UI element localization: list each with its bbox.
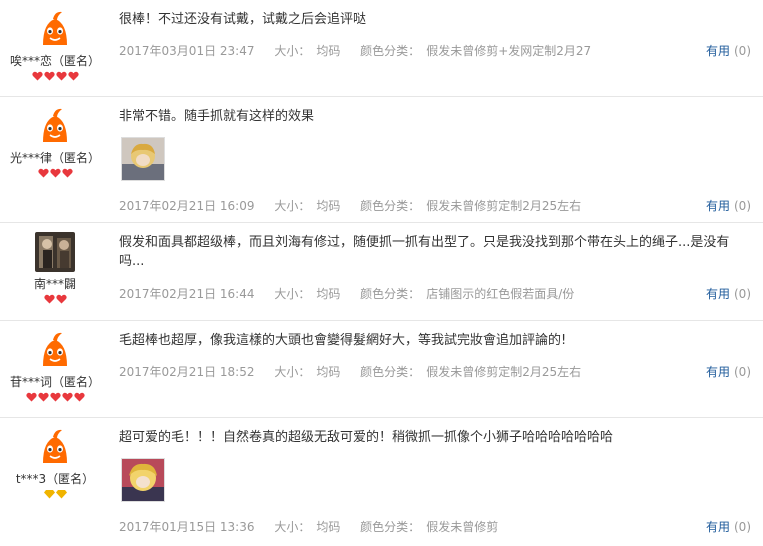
useful-count: (0) — [734, 44, 751, 58]
avatar[interactable] — [35, 106, 75, 146]
review-text: 假发和面具都超级棒，而且刘海有修过，随便抓一抓有出型了。只是我没找到那个带在头上… — [119, 235, 730, 269]
review-text: 很棒！不过还没有试戴，试戴之后会追评哒 — [119, 12, 367, 27]
review-username: 光***律（匿名） — [9, 151, 100, 165]
heart-icon — [73, 392, 85, 402]
heart-icon — [43, 71, 55, 81]
color-label: 颜色分类： — [360, 365, 421, 379]
review-date: 2017年03月01日 23:47 — [119, 44, 255, 58]
heart-icon — [61, 168, 73, 178]
color-label: 颜色分类： — [360, 520, 421, 534]
review-user: 唉***恋（匿名） — [0, 0, 110, 81]
review-item: t***3（匿名） 超可爱的毛！！！自然卷真的超级无敌可爱的！稍微抓一抓像个小狮… — [0, 418, 763, 546]
review-item: 唉***恋（匿名） 很棒！不过还没有试戴，试戴之后会追评哒 2017年03月01… — [0, 0, 763, 97]
heart-icon — [31, 71, 43, 81]
review-meta: 2017年02月21日 16:09 大小： 均码 颜色分类： 假发未曾修剪定制2月2… — [119, 197, 597, 214]
review-meta: 2017年02月21日 16:44 大小： 均码 颜色分类： 店铺图示的红色假若面具… — [119, 285, 590, 302]
diamond-icon — [43, 490, 55, 499]
useful-button[interactable]: 有用 — [706, 199, 730, 213]
review-list: 唉***恋（匿名） 很棒！不过还没有试戴，试戴之后会追评哒 2017年03月01… — [0, 0, 763, 546]
review-text: 超可爱的毛！！！自然卷真的超级无敌可爱的！稍微抓一抓像个小狮子哈哈哈哈哈哈哈 — [119, 430, 614, 445]
useful-button[interactable]: 有用 — [706, 365, 730, 379]
review-meta: 2017年01月15日 13:36 大小： 均码 颜色分类： 假发未曾修剪 — [119, 518, 514, 535]
review-date: 2017年02月21日 16:44 — [119, 287, 255, 301]
heart-icon — [43, 294, 55, 304]
avatar[interactable] — [35, 427, 75, 467]
review-text: 非常不错。随手抓就有这样的效果 — [119, 109, 315, 124]
color-label: 颜色分类： — [360, 44, 421, 58]
review-user: 南***闢 — [0, 223, 110, 304]
heart-icon — [49, 392, 61, 402]
color-value: 店铺图示的红色假若面具/份 — [426, 287, 575, 301]
color-value: 假发未曾修剪定制2月25左右 — [426, 199, 582, 213]
review-date: 2017年01月15日 13:36 — [119, 520, 255, 534]
review-photo-thumbnail[interactable] — [121, 458, 165, 502]
heart-icon — [61, 392, 73, 402]
review-item: 光***律（匿名） 非常不错。随手抓就有这样的效果 2017年02月21日 16… — [0, 97, 763, 223]
useful-count: (0) — [734, 287, 751, 301]
review-username: 唉***恋（匿名） — [9, 54, 100, 68]
avatar[interactable] — [35, 9, 75, 49]
review-user: 光***律（匿名） — [0, 97, 110, 178]
review-user: t***3（匿名） — [0, 418, 110, 499]
color-value: 假发未曾修剪定制2月25左右 — [426, 365, 582, 379]
heart-icon — [49, 168, 61, 178]
size-label: 大小： — [274, 287, 311, 301]
size-label: 大小： — [274, 44, 311, 58]
credit-badges — [0, 168, 110, 178]
avatar[interactable] — [35, 330, 75, 370]
credit-badges — [0, 489, 110, 499]
heart-icon — [55, 294, 67, 304]
color-label: 颜色分类： — [360, 287, 421, 301]
review-username: t***3（匿名） — [15, 472, 95, 486]
color-label: 颜色分类： — [360, 199, 421, 213]
credit-badges — [0, 71, 110, 81]
color-value: 假发未曾修剪 — [426, 520, 499, 534]
size-value: 均码 — [316, 365, 341, 379]
heart-icon — [25, 392, 37, 402]
review-date: 2017年02月21日 18:52 — [119, 365, 255, 379]
size-value: 均码 — [316, 520, 341, 534]
heart-icon — [37, 392, 49, 402]
color-value: 假发未曾修剪+发网定制2月27 — [426, 44, 592, 58]
size-value: 均码 — [316, 199, 341, 213]
diamond-icon — [55, 490, 67, 499]
avatar[interactable] — [35, 232, 75, 272]
useful-button[interactable]: 有用 — [706, 287, 730, 301]
size-value: 均码 — [316, 44, 341, 58]
review-item: 南***闢 假发和面具都超级棒，而且刘海有修过，随便抓一抓有出型了。只是我没找到… — [0, 223, 763, 321]
size-label: 大小： — [274, 520, 311, 534]
credit-badges — [0, 392, 110, 402]
heart-icon — [37, 168, 49, 178]
review-text: 毛超棒也超厚，像我這樣的大頭也會變得髮網好大，等我試完妝會追加評論的! — [119, 333, 567, 348]
size-label: 大小： — [274, 199, 311, 213]
review-user: 苷***词（匿名） — [0, 321, 110, 402]
heart-icon — [55, 71, 67, 81]
review-username: 南***闢 — [33, 277, 76, 291]
useful-control: 有用 (0) — [706, 518, 751, 535]
review-username: 苷***词（匿名） — [9, 375, 100, 389]
useful-count: (0) — [734, 365, 751, 379]
useful-button[interactable]: 有用 — [706, 44, 730, 58]
heart-icon — [67, 71, 79, 81]
useful-control: 有用 (0) — [706, 197, 751, 214]
useful-control: 有用 (0) — [706, 363, 751, 380]
review-photo-thumbnail[interactable] — [121, 137, 165, 181]
review-meta: 2017年02月21日 18:52 大小： 均码 颜色分类： 假发未曾修剪定制2月2… — [119, 363, 597, 380]
size-label: 大小： — [274, 365, 311, 379]
review-item: 苷***词（匿名） 毛超棒也超厚，像我這樣的大頭也會變得髮網好大，等我試完妝會追… — [0, 321, 763, 418]
review-date: 2017年02月21日 16:09 — [119, 199, 255, 213]
review-meta: 2017年03月01日 23:47 大小： 均码 颜色分类： 假发未曾修剪+发网定制… — [119, 42, 607, 59]
useful-button[interactable]: 有用 — [706, 520, 730, 534]
useful-control: 有用 (0) — [706, 285, 751, 302]
size-value: 均码 — [316, 287, 341, 301]
useful-control: 有用 (0) — [706, 42, 751, 59]
useful-count: (0) — [734, 199, 751, 213]
credit-badges — [0, 294, 110, 304]
useful-count: (0) — [734, 520, 751, 534]
